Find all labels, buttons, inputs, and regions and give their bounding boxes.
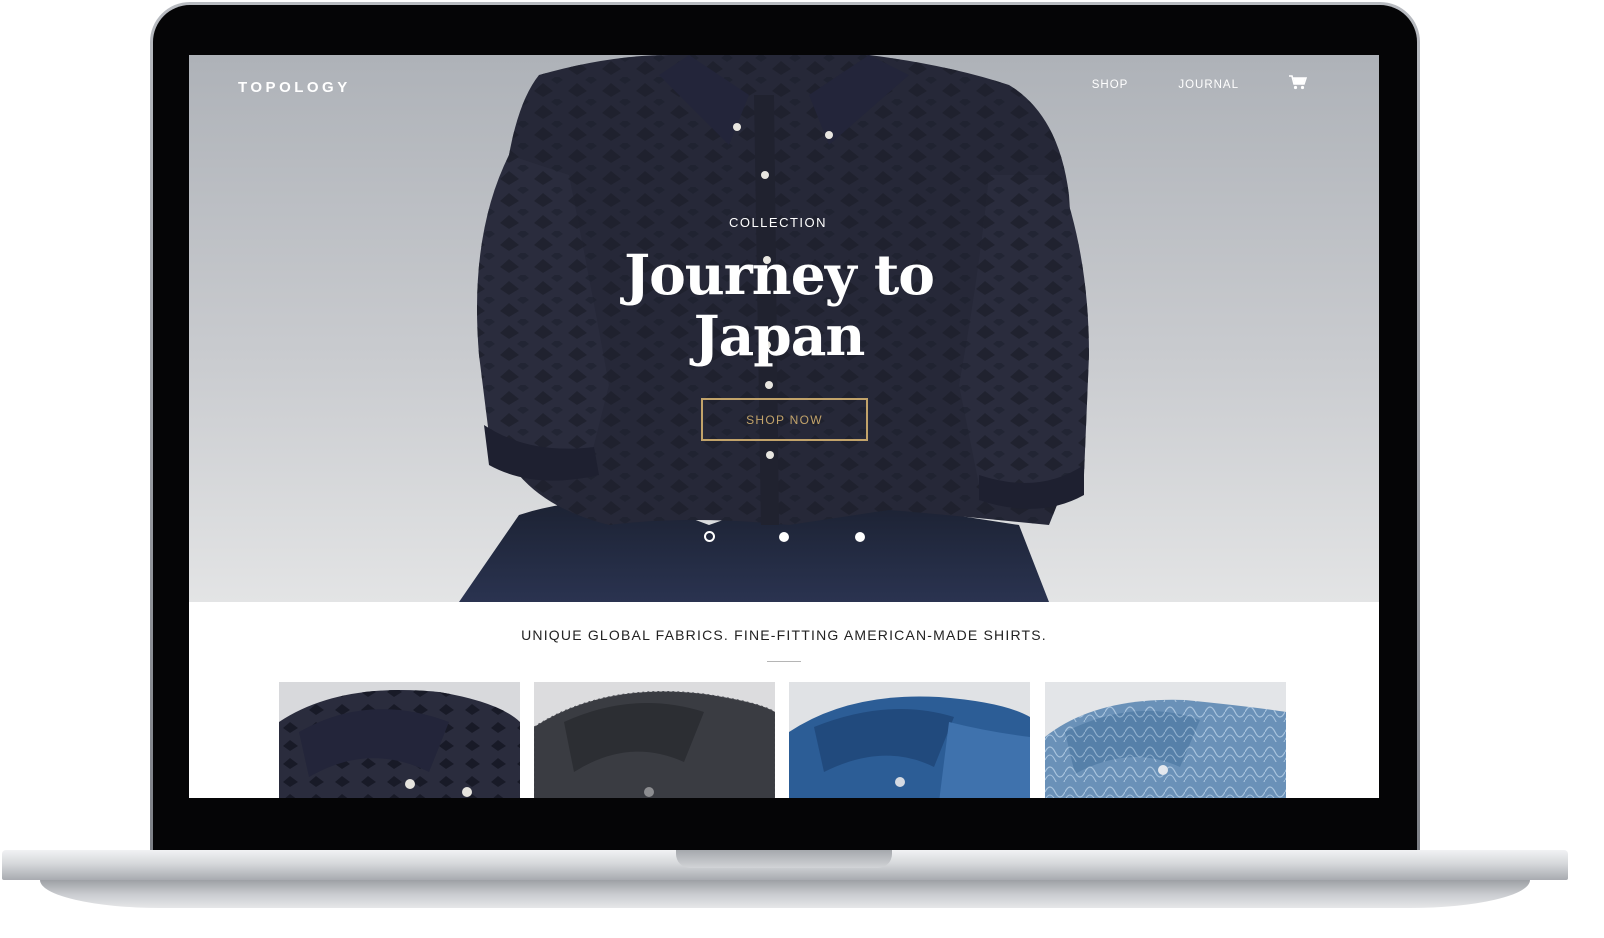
hero-banner: TOPOLOGY SHOP JOURNAL COLLECTION Journey… [189,55,1379,602]
tagline-divider [767,661,801,662]
nav-shop-link[interactable]: SHOP [1092,79,1129,91]
brand-logo[interactable]: TOPOLOGY [238,79,351,96]
carousel-dot-1[interactable] [704,531,715,542]
product-image-navy-pattern-shirt [279,682,520,798]
tagline: UNIQUE GLOBAL FABRICS. FINE-FITTING AMER… [521,627,1047,643]
product-tile-indigo-denim-shirt[interactable] [789,682,1030,798]
laptop-notch [676,850,892,868]
nav-journal-link[interactable]: JOURNAL [1178,79,1239,91]
product-tile-navy-pattern-shirt[interactable] [279,682,520,798]
laptop-base-bottom [40,880,1530,908]
main-nav: SHOP JOURNAL [1092,74,1307,91]
website-screen: TOPOLOGY SHOP JOURNAL COLLECTION Journey… [189,55,1379,798]
hero-eyebrow: COLLECTION [728,215,828,230]
product-image-blue-print-shirt [1045,682,1286,798]
cart-icon[interactable] [1289,74,1307,90]
carousel-dots [189,531,1379,543]
carousel-dot-3[interactable] [855,532,865,542]
product-image-charcoal-tweed-shirt [534,682,775,798]
carousel-dot-2[interactable] [779,532,789,542]
product-image-indigo-denim-shirt [789,682,1030,798]
shop-now-button[interactable]: SHOP NOW [701,398,868,441]
hero-copy: COLLECTION Journey to Japan [189,215,1379,366]
product-tile-charcoal-tweed-shirt[interactable] [534,682,775,798]
product-tile-blue-print-shirt[interactable] [1045,682,1286,798]
hero-headline: Journey to Japan [624,242,935,368]
